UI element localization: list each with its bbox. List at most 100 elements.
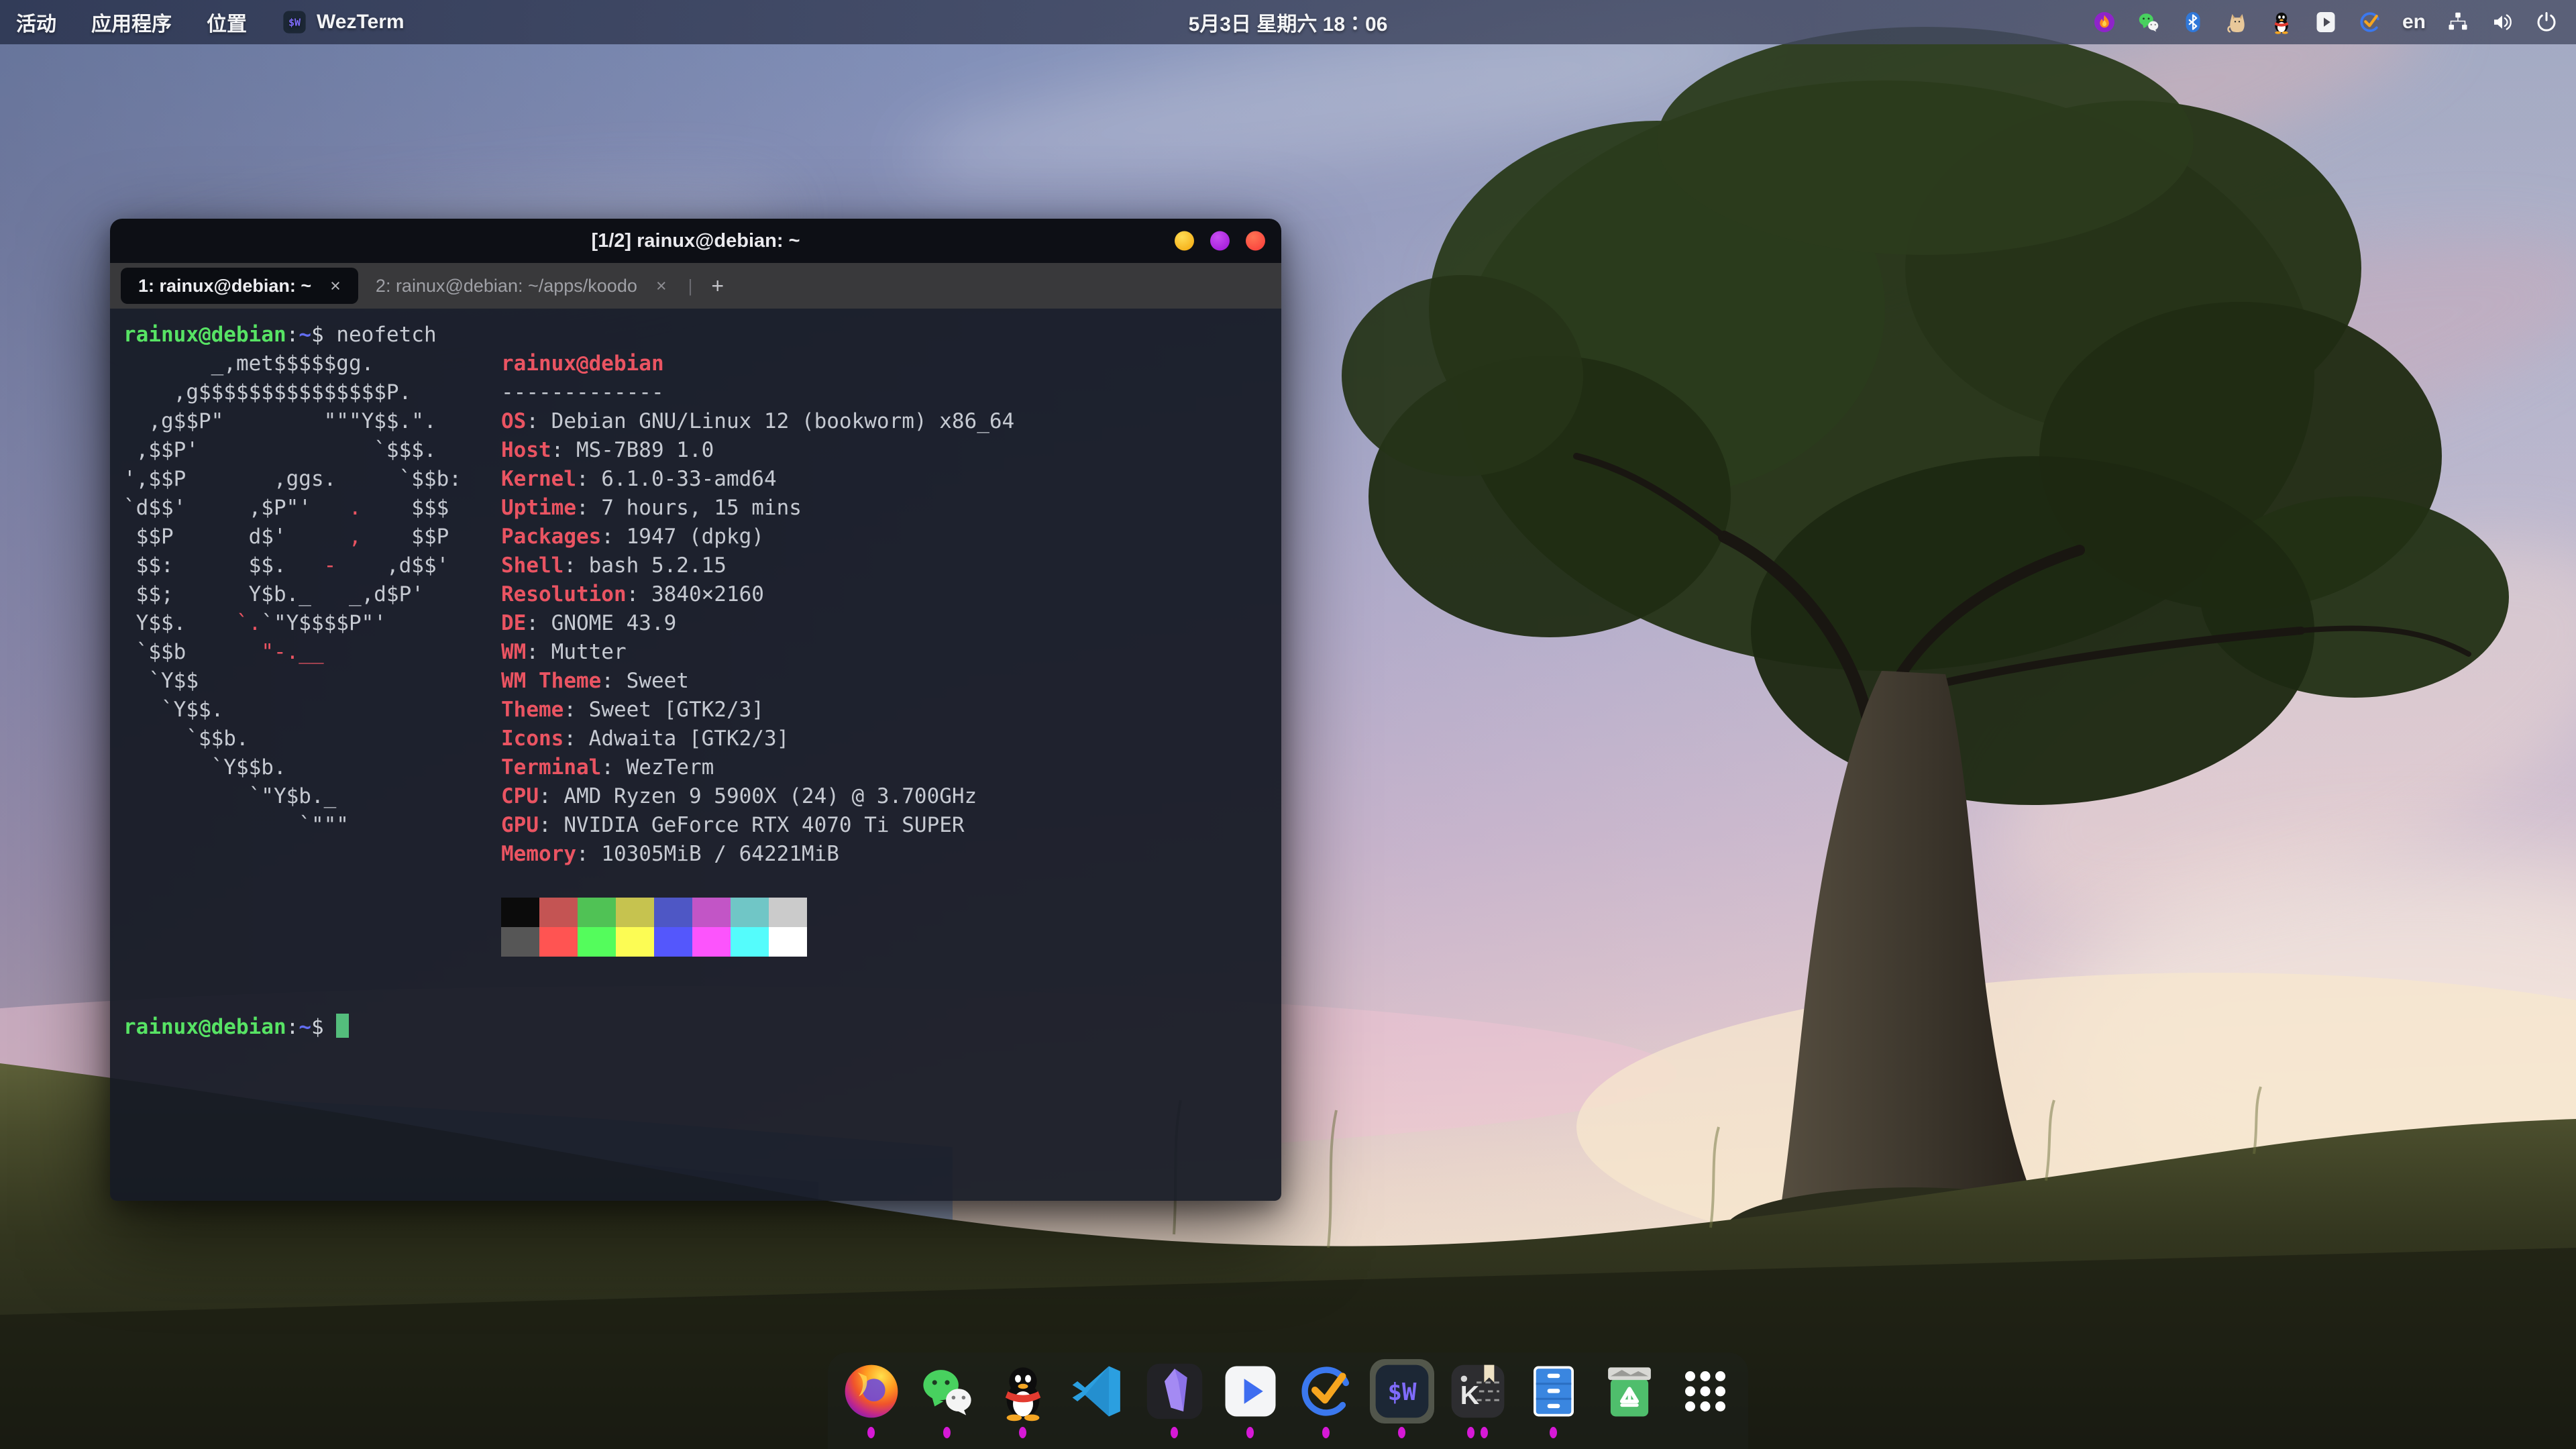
dock-item-koodo-reader[interactable]: K <box>1446 1359 1510 1441</box>
places-menu[interactable]: 位置 <box>207 7 247 37</box>
palette-swatch <box>616 898 654 927</box>
palette-swatch <box>654 898 692 927</box>
palette-swatch <box>578 927 616 957</box>
shell-prompt-line: rainux@debian:~$ neofetch <box>123 321 437 350</box>
neofetch-info-row: OS: Debian GNU/Linux 12 (bookworm) x86_6… <box>501 407 1014 436</box>
neofetch-info-row: CPU: AMD Ryzen 9 5900X (24) @ 3.700GHz <box>501 782 1014 811</box>
clock[interactable]: 5月3日 星期六 18∶06 <box>1189 0 1388 44</box>
palette-swatch <box>578 898 616 927</box>
power-icon[interactable] <box>2534 10 2559 34</box>
new-tab-button[interactable]: + <box>704 274 731 299</box>
tab-2[interactable]: 2: rainux@debian: ~/apps/koodo × <box>358 268 684 304</box>
tab-bar: 1: rainux@debian: ~×2: rainux@debian: ~/… <box>110 263 1281 309</box>
media-player-tray-icon[interactable] <box>2314 10 2338 34</box>
firefox-icon <box>839 1359 904 1424</box>
running-indicator <box>1019 1424 1026 1441</box>
shell-prompt-line: rainux@debian:~$ <box>123 1013 349 1042</box>
minimize-button[interactable] <box>1175 231 1194 251</box>
running-indicator <box>867 1424 875 1441</box>
ticktick-icon <box>1294 1359 1358 1424</box>
neofetch-info-row: Terminal: WezTerm <box>501 753 1014 782</box>
dock-item-wezterm[interactable]: $W <box>1370 1359 1434 1441</box>
neofetch-info-row: Host: MS-7B89 1.0 <box>501 436 1014 465</box>
palette-swatch <box>654 927 692 957</box>
neofetch-info-row: Packages: 1947 (dpkg) <box>501 523 1014 551</box>
qq-icon[interactable] <box>2269 10 2294 34</box>
wechat-icon <box>915 1359 979 1424</box>
tab-label: 2: rainux@debian: ~/apps/koodo <box>376 276 637 297</box>
wechat-icon[interactable] <box>2137 10 2161 34</box>
dock-item-ticktick[interactable] <box>1294 1359 1358 1441</box>
focused-app-indicator[interactable]: $W WezTerm <box>282 9 405 35</box>
ticktick-icon[interactable] <box>2358 10 2382 34</box>
dock-item-app-grid[interactable] <box>1673 1359 1737 1441</box>
files-icon <box>1521 1359 1586 1424</box>
neofetch-info-row: Shell: bash 5.2.15 <box>501 551 1014 580</box>
volume-icon[interactable] <box>2490 10 2514 34</box>
terminal-cursor <box>336 1014 349 1038</box>
palette-swatch <box>501 898 539 927</box>
applications-menu[interactable]: 应用程序 <box>91 7 172 37</box>
dock-item-firefox[interactable] <box>839 1359 904 1441</box>
close-button[interactable] <box>1246 231 1265 251</box>
koodo-reader-icon: K <box>1446 1359 1510 1424</box>
terminal-content[interactable]: rainux@debian:~$ neofetch _,met$$$$$gg. … <box>110 309 1281 1201</box>
palette-swatch <box>501 927 539 957</box>
activities-button[interactable]: 活动 <box>16 7 56 37</box>
palette-swatch <box>731 927 769 957</box>
tab-separator: | <box>688 276 693 297</box>
bluetooth-icon[interactable] <box>2181 10 2205 34</box>
network-icon[interactable] <box>2446 10 2470 34</box>
window-title: [1/2] rainux@debian: ~ <box>591 230 800 252</box>
cat-pet-icon[interactable] <box>2225 10 2249 34</box>
palette-swatch <box>769 898 807 927</box>
neofetch-info: rainux@debian-------------OS: Debian GNU… <box>501 350 1014 869</box>
neofetch-title: rainux@debian <box>501 350 1014 378</box>
running-indicator <box>943 1424 951 1441</box>
dock-item-files[interactable] <box>1521 1359 1586 1441</box>
running-indicator <box>1322 1424 1330 1441</box>
running-indicator <box>1171 1424 1178 1441</box>
tab-1[interactable]: 1: rainux@debian: ~ × <box>121 268 358 304</box>
running-indicator <box>1246 1424 1254 1441</box>
obsidian-icon <box>1142 1359 1207 1424</box>
tab-close-icon[interactable]: × <box>330 276 341 297</box>
dock-item-media-player[interactable] <box>1218 1359 1283 1441</box>
neofetch-color-palette <box>501 898 807 957</box>
palette-swatch <box>539 927 578 957</box>
window-titlebar[interactable]: [1/2] rainux@debian: ~ <box>110 219 1281 263</box>
palette-swatch <box>731 898 769 927</box>
input-method-indicator[interactable]: en <box>2402 11 2426 34</box>
maximize-button[interactable] <box>1210 231 1230 251</box>
svg-text:$W: $W <box>288 17 301 29</box>
neofetch-info-row: WM: Mutter <box>501 638 1014 667</box>
neofetch-info-row: Uptime: 7 hours, 15 mins <box>501 494 1014 523</box>
palette-swatch <box>616 927 654 957</box>
dock-item-trash[interactable] <box>1597 1359 1662 1441</box>
neofetch-ascii-logo: _,met$$$$$gg. ,g$$$$$$$$$$$$$$$P. ,g$$P"… <box>123 350 462 840</box>
running-indicator <box>1550 1424 1557 1441</box>
app-grid-icon <box>1673 1359 1737 1424</box>
neofetch-info-row: DE: GNOME 43.9 <box>501 609 1014 638</box>
focused-app-name: WezTerm <box>317 11 405 34</box>
palette-swatch <box>692 898 731 927</box>
svg-text:$W: $W <box>1387 1379 1416 1406</box>
vscode-icon <box>1067 1359 1131 1424</box>
dock-item-obsidian[interactable] <box>1142 1359 1207 1441</box>
neofetch-info-row: Kernel: 6.1.0-33-amd64 <box>501 465 1014 494</box>
tab-close-icon[interactable]: × <box>656 276 667 297</box>
neofetch-underline: ------------- <box>501 378 1014 407</box>
tab-label: 1: rainux@debian: ~ <box>138 276 311 297</box>
dock-item-wechat[interactable] <box>915 1359 979 1441</box>
dock-item-vscode[interactable] <box>1067 1359 1131 1441</box>
neofetch-info-row: Memory: 10305MiB / 64221MiB <box>501 840 1014 869</box>
trash-icon <box>1597 1359 1662 1424</box>
app-flame-icon[interactable] <box>2092 10 2116 34</box>
svg-text:K: K <box>1460 1381 1479 1410</box>
palette-swatch <box>692 927 731 957</box>
qq-icon <box>991 1359 1055 1424</box>
neofetch-info-row: Theme: Sweet [GTK2/3] <box>501 696 1014 724</box>
neofetch-info-row: WM Theme: Sweet <box>501 667 1014 696</box>
dock-item-qq[interactable] <box>991 1359 1055 1441</box>
wezterm-window: [1/2] rainux@debian: ~ 1: rainux@debian:… <box>110 219 1281 1201</box>
